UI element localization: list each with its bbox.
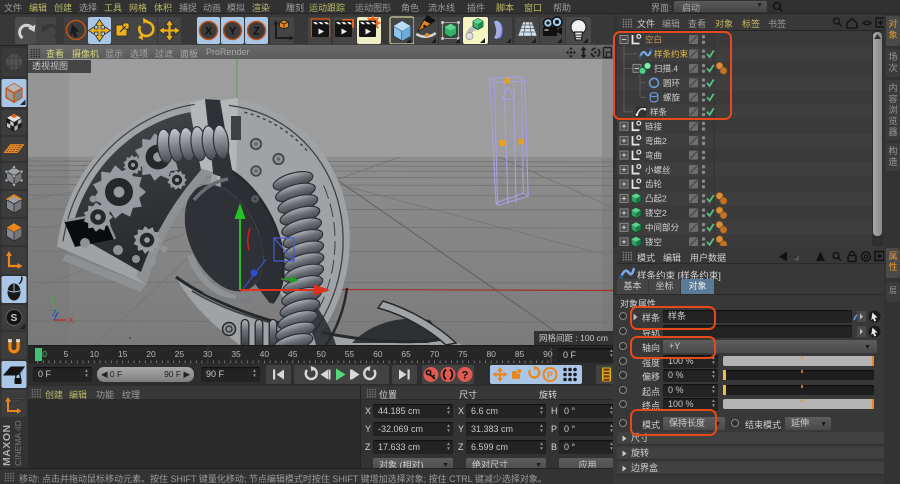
svg-text:Z: Z — [253, 26, 260, 38]
svg-text:镂空: 镂空 — [645, 237, 662, 246]
svg-text:5: 5 — [64, 349, 69, 359]
svg-text:镂空2: 镂空2 — [645, 208, 667, 218]
svg-text:Y: Y — [229, 26, 237, 38]
svg-text:25: 25 — [175, 349, 185, 359]
svg-text:50: 50 — [316, 349, 326, 359]
svg-text:35: 35 — [231, 349, 241, 359]
svg-text:凸起2: 凸起2 — [645, 194, 667, 204]
svg-text:15: 15 — [118, 349, 128, 359]
svg-text:55: 55 — [345, 349, 355, 359]
svg-text:S: S — [11, 313, 18, 324]
svg-text:X: X — [68, 316, 74, 325]
svg-text:20: 20 — [146, 349, 156, 359]
svg-text:?: ? — [462, 370, 469, 382]
svg-text:链接: 链接 — [645, 121, 663, 131]
svg-text:60: 60 — [373, 349, 383, 359]
svg-text:0: 0 — [42, 349, 47, 359]
svg-text:弯曲: 弯曲 — [645, 150, 662, 160]
svg-text:75: 75 — [458, 349, 468, 359]
svg-text:Z: Z — [52, 309, 57, 318]
svg-text:70: 70 — [430, 349, 440, 359]
svg-text:P: P — [547, 370, 553, 380]
svg-text:中间部分: 中间部分 — [645, 223, 680, 233]
svg-text:65: 65 — [401, 349, 411, 359]
svg-text:齿轮: 齿轮 — [645, 179, 663, 189]
svg-text:80: 80 — [486, 349, 496, 359]
svg-text:45: 45 — [288, 349, 298, 359]
svg-text:40: 40 — [260, 349, 270, 359]
svg-text:MAXON: MAXON — [1, 424, 13, 466]
svg-text:小螺丝: 小螺丝 — [645, 165, 671, 175]
svg-text:85: 85 — [515, 349, 525, 359]
svg-text:X: X — [205, 26, 213, 38]
svg-text:Y: Y — [50, 296, 56, 305]
svg-text:10: 10 — [90, 349, 100, 359]
svg-text:CINEMA 4D: CINEMA 4D — [13, 420, 23, 466]
svg-text:弯曲2: 弯曲2 — [645, 136, 667, 146]
